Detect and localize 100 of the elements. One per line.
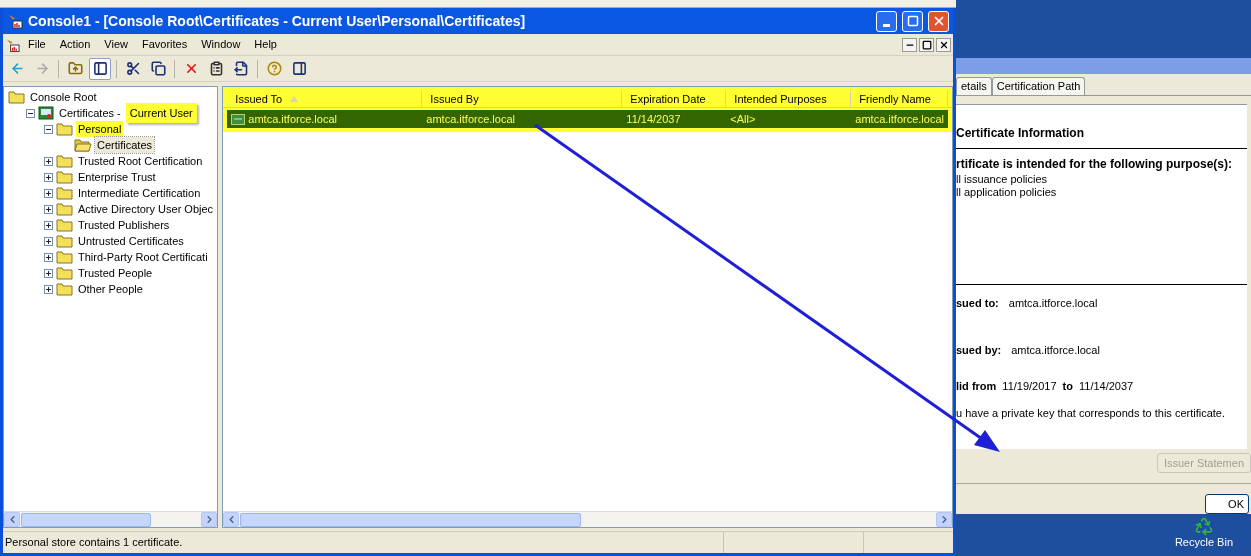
plus-icon <box>45 269 52 277</box>
folder-icon <box>56 234 73 248</box>
window-title: Console1 - [Console Root\Certificates - Current User\Personal\Certificates] <box>28 11 527 31</box>
certificate-icon <box>231 113 246 125</box>
panel-icon <box>92 61 108 76</box>
tree-item[interactable]: Trusted Root Certification <box>76 152 205 170</box>
expand-toggle[interactable] <box>44 172 53 182</box>
column-header[interactable]: Issued To <box>227 91 423 107</box>
dialog-heading: Certificate Information <box>956 124 1084 142</box>
scroll-left-button[interactable] <box>4 512 20 527</box>
scrollbar-track[interactable] <box>223 511 952 527</box>
dialog-tab[interactable]: etails <box>956 77 992 95</box>
tree-item[interactable]: Untrusted Certificates <box>76 232 186 250</box>
key-note: u have a private key that corresponds to this certificate. <box>956 405 1227 421</box>
expand-toggle[interactable] <box>44 268 53 278</box>
field-label: sued by: <box>956 342 1002 358</box>
minimize-button[interactable] <box>876 10 897 32</box>
field-value: 11/19/2017 <box>1002 379 1057 394</box>
field-label: sued to: <box>956 296 999 311</box>
scroll-right-button[interactable] <box>201 512 218 527</box>
tree-item[interactable]: Intermediate Certification <box>76 184 203 202</box>
expand-toggle[interactable] <box>44 156 53 166</box>
field-value: amtca.itforce.local <box>1008 296 1098 311</box>
column-header[interactable]: Friendly Name <box>851 91 948 107</box>
column-header[interactable]: Intended Purposes <box>726 91 852 107</box>
scroll-right-button[interactable] <box>936 512 952 527</box>
field-value: amtca.itforce.local <box>1011 342 1100 358</box>
expand-toggle[interactable] <box>44 124 53 134</box>
expand-toggle[interactable] <box>44 252 53 262</box>
mdi-close-button[interactable] <box>936 37 951 52</box>
table-cell-text: amtca.itforce.local <box>855 111 944 127</box>
field-label: to <box>1062 379 1073 394</box>
scrollbar-track[interactable] <box>4 511 218 527</box>
tree-item[interactable]: Certificates - <box>57 104 123 122</box>
expand-toggle[interactable] <box>44 236 53 246</box>
column-header[interactable]: Expiration Date <box>622 91 727 107</box>
plus-icon <box>45 253 52 261</box>
plus-icon <box>45 221 52 229</box>
close-icon <box>938 39 949 50</box>
restore-icon <box>921 39 932 50</box>
tree-item[interactable]: Personal <box>76 120 124 138</box>
tree-item[interactable]: Trusted Publishers <box>76 216 172 234</box>
console-icon <box>7 13 23 29</box>
purpose-item: ll issuance policies <box>956 173 1049 186</box>
purpose-heading: rtificate is intended for the following purpose(s): <box>956 156 1233 173</box>
ok-button[interactable]: OK <box>1205 494 1249 514</box>
expand-toggle[interactable] <box>44 284 53 294</box>
menu-item[interactable]: View <box>98 36 134 53</box>
plus-icon <box>45 157 52 165</box>
export-icon <box>233 61 249 76</box>
field-value: 11/14/2037 <box>1079 379 1134 394</box>
status-text: Personal store contains 1 certificate. <box>4 535 184 551</box>
scroll-thumb[interactable] <box>240 512 582 527</box>
plus-icon <box>45 189 52 197</box>
expand-toggle[interactable] <box>44 220 53 230</box>
mdi-minimize-button[interactable] <box>902 37 917 52</box>
folder-icon <box>56 266 73 280</box>
menu-item[interactable]: Favorites <box>135 36 194 53</box>
expand-toggle[interactable] <box>44 188 53 198</box>
menu-item[interactable]: Action <box>53 36 97 53</box>
folder-icon <box>8 90 25 104</box>
folder-icon <box>56 154 73 168</box>
tree-item[interactable]: Third-Party Root Certificati <box>76 248 210 266</box>
minimize-icon <box>883 23 890 27</box>
tree-item[interactable]: Enterprise Trust <box>76 168 158 186</box>
tree-item[interactable]: Console Root <box>28 88 99 106</box>
field-label: lid from <box>956 379 997 394</box>
highlight-callout: Current User <box>125 102 197 124</box>
maximize-icon <box>906 15 919 27</box>
folder-icon <box>56 218 73 232</box>
tree-item[interactable]: Active Directory User Objec <box>76 200 216 218</box>
dialog-tab[interactable]: Certification Path <box>991 77 1086 95</box>
menu-item[interactable]: Window <box>195 36 247 53</box>
sort-arrow-icon <box>290 96 299 102</box>
toolbar-button[interactable] <box>89 57 111 80</box>
copy-icon <box>150 61 166 76</box>
menu-item[interactable]: Help <box>248 36 283 53</box>
table-cell-text: amtca.itforce.local <box>426 111 515 127</box>
table-cell-text: 11/14/2037 <box>626 111 681 127</box>
plus-icon <box>45 285 52 293</box>
desktop-icon-label[interactable]: Recycle Bin <box>1174 536 1233 548</box>
tree-item[interactable]: Certificates <box>95 136 155 154</box>
list-row[interactable]: amtca.itforce.local amtca.itforce.local 11/14/2037 <All> amtca.itforce.local <box>227 110 948 128</box>
column-header[interactable]: Issued By <box>422 91 623 107</box>
folder-icon <box>56 250 73 264</box>
tree-item[interactable]: Trusted People <box>76 264 155 282</box>
forward-arrow-icon <box>34 61 50 76</box>
table-cell-text: <All> <box>730 111 756 127</box>
recycle-bin-icon[interactable] <box>1193 516 1214 536</box>
expand-toggle[interactable] <box>26 108 35 118</box>
scroll-thumb[interactable] <box>21 512 151 527</box>
tree-item[interactable]: Other People <box>76 280 145 298</box>
mdi-restore-button[interactable] <box>919 37 934 52</box>
close-button[interactable] <box>928 10 949 32</box>
menu-item[interactable]: File <box>22 36 52 53</box>
properties-icon <box>208 61 224 76</box>
scroll-left-button[interactable] <box>223 512 240 527</box>
maximize-button[interactable] <box>902 10 923 32</box>
folder-icon <box>56 170 73 184</box>
expand-toggle[interactable] <box>44 204 53 214</box>
